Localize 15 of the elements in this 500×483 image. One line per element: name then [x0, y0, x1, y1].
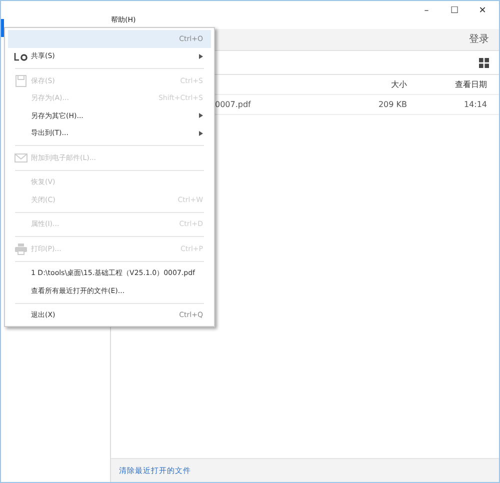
grid-view-icon[interactable] — [479, 58, 489, 68]
close-button[interactable]: ✕ — [468, 4, 496, 20]
printer-icon — [14, 242, 28, 255]
file-name: 0007.pdf — [215, 100, 251, 108]
mail-icon — [14, 152, 28, 164]
selection-bar — [1, 19, 4, 37]
login-link[interactable]: 登录 — [469, 32, 489, 47]
share-icon — [14, 50, 28, 62]
maximize-button[interactable]: ☐ — [440, 4, 468, 20]
column-header[interactable]: 大小 — [327, 78, 407, 90]
column-header[interactable]: 查看日期 — [407, 78, 487, 90]
file-date: 14:14 — [464, 100, 487, 108]
save-icon — [14, 74, 28, 87]
minimize-button[interactable]: – — [412, 4, 440, 20]
file-size: 209 KB — [378, 100, 407, 108]
